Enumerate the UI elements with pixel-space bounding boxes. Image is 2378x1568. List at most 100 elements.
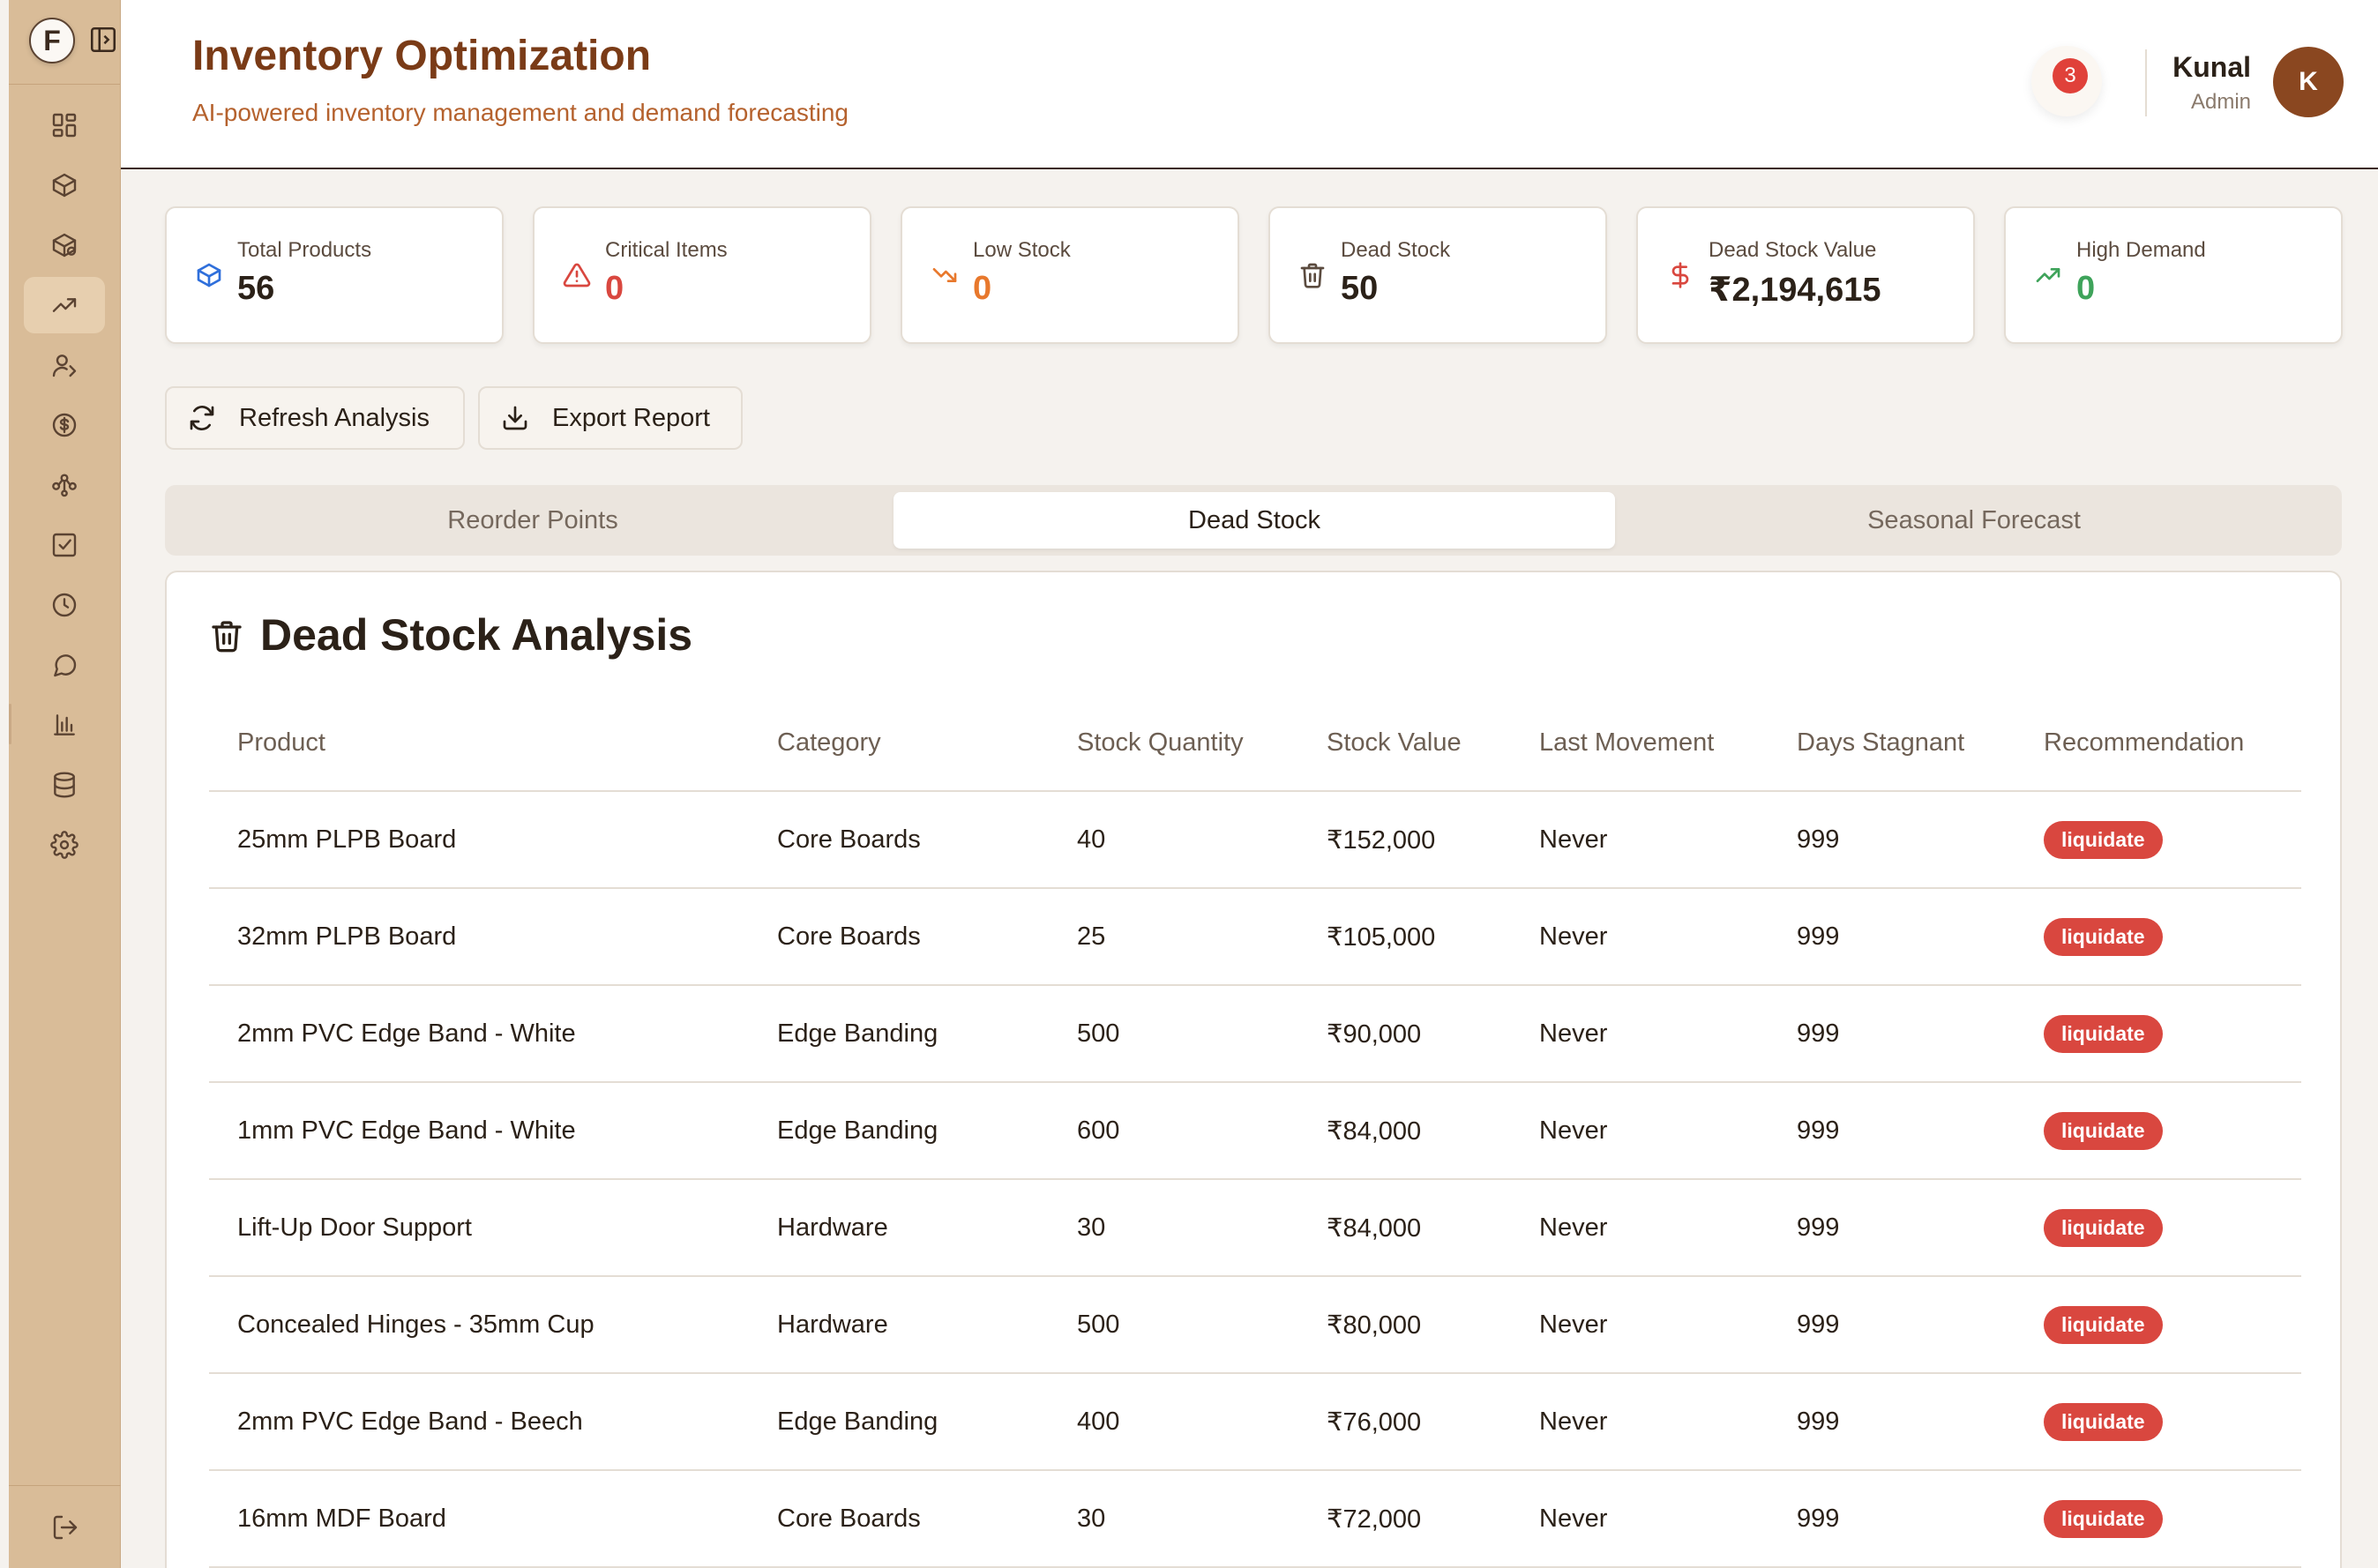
stat-label: Low Stock [973,238,1071,262]
sidebar-item-inventory[interactable] [24,217,105,273]
column-header-last-movement[interactable]: Last Movement [1511,696,1769,792]
recommendation-badge: liquidate [2044,1208,2163,1247]
recommendation-badge: liquidate [2044,820,2163,859]
clock-icon [52,593,77,617]
table-row[interactable]: Concealed Hinges - 35mm Cup Hardware 500 ₹8… [209,1276,2301,1374]
recommendation-cell: liquidate [2015,985,2301,1083]
export-report-button[interactable]: Export Report [478,386,743,450]
table-row[interactable]: 1mm PVC Edge Band - White Edge Banding 600… [209,1082,2301,1180]
days-stagnant-cell: 999 [1769,888,2015,986]
bar-chart-icon [54,714,75,735]
stock-quantity-cell: 600 [1049,1082,1298,1180]
stock-quantity-cell: 30 [1049,1470,1298,1568]
sidebar-item-products[interactable] [24,157,105,213]
stat-card-dead-stock: Dead Stock 50 [1268,206,1607,344]
stat-value: 0 [973,270,992,307]
tab-bar: Reorder Points Dead Stock Seasonal Forec… [165,485,2342,556]
column-header-days-stagnant[interactable]: Days Stagnant [1769,696,2015,792]
column-header-stock-value[interactable]: Stock Value [1298,696,1511,792]
stock-quantity-cell: 400 [1049,1373,1298,1471]
dead-stock-table: Product Category Stock Quantity Stock Va… [209,696,2301,1568]
stock-value-cell: ₹152,000 [1298,791,1511,889]
logout-button[interactable] [9,1485,121,1568]
recommendation-badge: liquidate [2044,917,2163,956]
days-stagnant-cell: 999 [1769,985,2015,1083]
dead-stock-panel: Dead Stock Analysis Product Category Sto… [165,571,2342,1568]
sidebar-item-network[interactable] [24,457,105,513]
table-row[interactable]: Lift-Up Door Support Hardware 30 ₹84,000 Nev… [209,1179,2301,1277]
sidebar-item-tasks[interactable] [24,517,105,573]
table-row[interactable]: 32mm PLPB Board Core Boards 25 ₹105,000 Neve… [209,888,2301,986]
stat-value: 0 [605,270,624,307]
sidebar-item-history[interactable] [24,577,105,633]
boxes-icon [52,233,77,258]
user-name: Kunal [2172,51,2251,83]
header-divider [2145,49,2147,116]
stat-card-dead-stock-value: Dead Stock Value ₹2,194,615 [1636,206,1975,344]
table-row[interactable]: 2mm PVC Edge Band - White Edge Banding 500… [209,985,2301,1083]
trash-icon [1300,263,1325,288]
last-movement-cell: Never [1511,985,1769,1083]
sidebar-item-finance[interactable] [24,397,105,453]
app-logo[interactable]: F [29,18,75,63]
chat-icon [54,654,77,677]
alert-triangle-icon [563,263,591,287]
last-movement-cell: Never [1511,1179,1769,1277]
stock-quantity-cell: 40 [1049,791,1298,889]
sidebar-item-reports[interactable] [24,697,105,753]
trending-up-icon [52,298,77,312]
download-icon [503,406,527,430]
category-cell: Edge Banding [749,985,1049,1083]
recommendation-cell: liquidate [2015,1470,2301,1568]
stock-quantity-cell: 25 [1049,888,1298,986]
sidebar-item-dashboard[interactable] [24,97,105,153]
sidebar-item-customers[interactable] [24,337,105,393]
table-header-row: Product Category Stock Quantity Stock Va… [209,696,2301,792]
table-row[interactable]: 25mm PLPB Board Core Boards 40 ₹152,000 Neve… [209,791,2301,889]
avatar[interactable]: K [2273,47,2344,117]
category-cell: Core Boards [749,888,1049,986]
column-header-category[interactable]: Category [749,696,1049,792]
stock-value-cell: ₹80,000 [1298,1276,1511,1374]
user-role: Admin [2190,90,2251,114]
sidebar: F [9,0,121,1568]
table-row[interactable]: 16mm MDF Board Core Boards 30 ₹72,000 Never 9… [209,1470,2301,1568]
sidebar-item-messages[interactable] [24,637,105,693]
sidebar-toggle-icon[interactable] [88,25,118,55]
recommendation-cell: liquidate [2015,1373,2301,1471]
product-cell: 16mm MDF Board [209,1470,749,1568]
stock-quantity-cell: 30 [1049,1179,1298,1277]
column-header-product[interactable]: Product [209,696,749,792]
recommendation-cell: liquidate [2015,1082,2301,1180]
dollar-icon [1671,262,1689,288]
last-movement-cell: Never [1511,888,1769,986]
table-row[interactable]: 2mm PVC Edge Band - Beech Edge Banding 400… [209,1373,2301,1471]
export-report-label: Export Report [552,403,710,432]
stat-value: 50 [1341,270,1379,307]
category-cell: Core Boards [749,1470,1049,1568]
last-movement-cell: Never [1511,1470,1769,1568]
column-header-recommendation[interactable]: Recommendation [2015,696,2301,792]
recommendation-badge: liquidate [2044,1014,2163,1053]
sidebar-item-settings[interactable] [24,817,105,873]
recommendation-badge: liquidate [2044,1499,2163,1538]
stock-value-cell: ₹105,000 [1298,888,1511,986]
tab-reorder-points[interactable]: Reorder Points [172,492,894,549]
page-subtitle: AI-powered inventory management and dema… [192,99,849,126]
stock-quantity-cell: 500 [1049,985,1298,1083]
days-stagnant-cell: 999 [1769,1373,2015,1471]
stat-label: Dead Stock [1341,238,1451,262]
tab-seasonal-forecast[interactable]: Seasonal Forecast [1613,492,2335,549]
sidebar-item-inventory-optimization[interactable] [24,277,105,333]
stat-value: ₹2,194,615 [1709,272,1881,309]
days-stagnant-cell: 999 [1769,791,2015,889]
column-header-stock-quantity[interactable]: Stock Quantity [1049,696,1298,792]
tab-dead-stock[interactable]: Dead Stock [894,492,1615,549]
sidebar-item-data[interactable] [24,757,105,813]
refresh-analysis-button[interactable]: Refresh Analysis [165,386,465,450]
sidebar-resize-handle[interactable] [9,704,11,744]
category-cell: Hardware [749,1276,1049,1374]
stat-card-high-demand: High Demand 0 [2004,206,2343,344]
category-cell: Hardware [749,1179,1049,1277]
product-cell: 1mm PVC Edge Band - White [209,1082,749,1180]
